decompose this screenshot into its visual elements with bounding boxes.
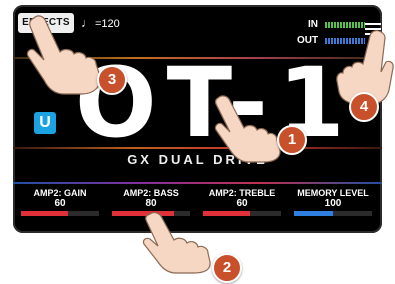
param-level-bar bbox=[294, 211, 372, 216]
pointing-hand-icon bbox=[26, 15, 101, 95]
param-amp2-gain[interactable]: AMP2: GAIN 60 bbox=[17, 188, 103, 216]
param-name: MEMORY LEVEL bbox=[297, 188, 369, 198]
param-name: AMP2: TREBLE bbox=[208, 188, 276, 198]
param-level-bar bbox=[21, 211, 99, 216]
pointing-hand-icon bbox=[214, 95, 281, 163]
pointing-hand-icon bbox=[142, 212, 211, 274]
divider-bottom bbox=[13, 182, 382, 184]
input-meter-label: IN bbox=[308, 19, 318, 30]
callout-badge-1: 1 bbox=[277, 125, 307, 155]
param-level-fill bbox=[21, 211, 68, 216]
param-level-fill bbox=[294, 211, 333, 216]
param-value: 60 bbox=[54, 198, 66, 209]
param-value: 100 bbox=[324, 198, 342, 209]
user-memory-badge: U bbox=[34, 112, 56, 134]
model-subtitle: GX DUAL DRIVE bbox=[127, 152, 268, 167]
divider-middle bbox=[13, 147, 382, 149]
param-name: AMP2: GAIN bbox=[33, 188, 87, 198]
callout-badge-2: 2 bbox=[212, 253, 242, 283]
param-value: 80 bbox=[145, 198, 157, 209]
param-value: 60 bbox=[236, 198, 248, 209]
output-meter-label: OUT bbox=[297, 35, 319, 46]
param-memory-level[interactable]: MEMORY LEVEL 100 bbox=[290, 188, 376, 216]
callout-badge-4: 4 bbox=[349, 92, 379, 122]
callout-badge-3: 3 bbox=[97, 65, 127, 95]
param-name: AMP2: BASS bbox=[123, 188, 179, 198]
